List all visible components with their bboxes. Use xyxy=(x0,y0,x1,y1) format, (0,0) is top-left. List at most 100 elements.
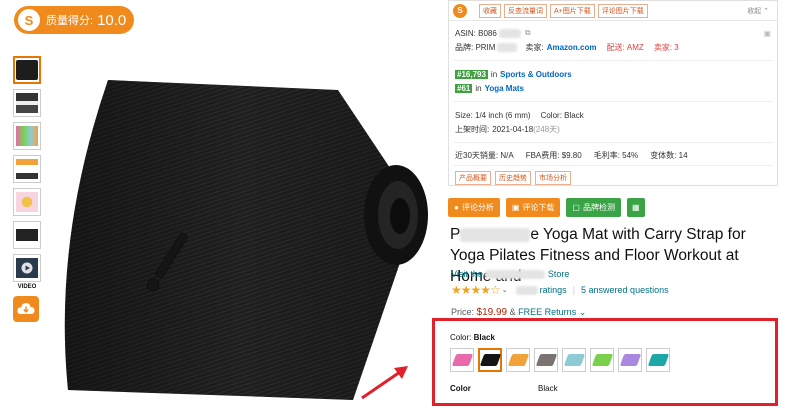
color-swatch[interactable] xyxy=(618,348,642,372)
color-swatch[interactable] xyxy=(506,348,530,372)
variant-row: Size: 1/4 inch (6 mm) Color: Black xyxy=(449,108,777,122)
store-suffix: Store xyxy=(547,269,570,279)
rank-row-2: #61 in Yoga Mats xyxy=(449,81,777,95)
metrics-row: 近30天销量: N/A FBA费用: $9.80 毛利率: 54% 变体数: 1… xyxy=(449,145,777,165)
store-link[interactable]: Visit the Store xyxy=(451,269,570,280)
redacted-block xyxy=(515,285,538,295)
check-icon: ▢ xyxy=(572,203,580,212)
swatch-mat-icon xyxy=(563,354,585,366)
listed-row: 上架时间: 2021-04-18 (248天) xyxy=(449,122,777,136)
listed-days: (248天) xyxy=(533,124,560,134)
review-analysis-label: 评论分析 xyxy=(461,203,494,212)
rank-badge: #61 xyxy=(455,83,473,93)
swatch-mat-icon xyxy=(507,354,529,366)
favorite-button[interactable]: 收藏 xyxy=(479,3,501,18)
rank-badge: #16,793 xyxy=(455,69,488,79)
market-analysis-button[interactable]: 市场分析 xyxy=(535,171,571,185)
review-download-button[interactable]: ▣ 评论下载 xyxy=(505,198,561,217)
category-link[interactable]: Yoga Mats xyxy=(485,84,524,93)
brand-check-label: 品牌检测 xyxy=(582,203,615,212)
color-swatch[interactable] xyxy=(534,348,558,372)
color-swatch[interactable] xyxy=(590,348,614,372)
asin-value: ASIN: B086 xyxy=(455,28,497,38)
plugin-logo-icon: S xyxy=(453,3,467,18)
review-download-label: 评论下载 xyxy=(522,203,555,212)
asin-row: ASIN: B086 ⧉ ▣ xyxy=(449,26,777,40)
calculator-button[interactable]: ▦ xyxy=(626,198,645,217)
thumbnail-5[interactable] xyxy=(13,188,41,216)
thumbnail-2[interactable] xyxy=(13,89,41,117)
color-swatch[interactable] xyxy=(646,348,670,372)
thumbnail-3[interactable] xyxy=(13,122,41,150)
rank-row-1: #16,793 in Sports & Outdoors xyxy=(449,67,777,81)
quality-score: 10.0 xyxy=(97,11,127,29)
color-swatch[interactable] xyxy=(450,348,474,372)
download-icon: ▣ xyxy=(511,203,520,212)
aplus-image-download-button[interactable]: A+图片下载 xyxy=(550,3,595,18)
panel-bottom-buttons: 产品概要 历史趋势 市场分析 xyxy=(449,168,777,188)
color-label-text: Color: xyxy=(450,333,472,342)
swatch-mat-icon xyxy=(479,354,501,366)
listed-date: 2021-04-18 xyxy=(492,124,534,134)
product-overview-button[interactable]: 产品概要 xyxy=(455,171,491,185)
history-trend-button[interactable]: 历史趋势 xyxy=(495,171,531,185)
image-download-button[interactable] xyxy=(13,296,39,322)
thumbnail-video[interactable] xyxy=(13,254,41,282)
redacted-block xyxy=(497,42,518,52)
chat-icon: ● xyxy=(454,203,459,212)
play-icon xyxy=(21,262,33,274)
chevron-down-icon[interactable]: ⌄ xyxy=(502,286,508,294)
star-rating-icon[interactable]: ★★★★☆ xyxy=(451,283,501,297)
color-text: Color: Black xyxy=(540,110,584,120)
swatch-mat-icon xyxy=(619,354,641,366)
calculator-icon: ▦ xyxy=(631,203,640,212)
color-selected-label: Color: Black xyxy=(450,333,495,342)
swatch-mat-icon xyxy=(451,354,473,366)
swatch-mat-icon xyxy=(535,354,557,366)
thumbnail-1[interactable] xyxy=(13,56,41,84)
color-footer-label: Color xyxy=(450,384,471,393)
variant-count: 变体数: 14 xyxy=(650,150,688,160)
price-row: Price: $19.99 & FREE Returns ⌄ xyxy=(451,307,586,318)
store-prefix: Visit the xyxy=(451,269,483,279)
review-analysis-button[interactable]: ● 评论分析 xyxy=(448,198,500,217)
fba-fee: FBA费用: $9.80 xyxy=(525,150,582,160)
seller-link[interactable]: Amazon.com xyxy=(547,43,597,52)
rank-in: in xyxy=(490,69,498,79)
video-label: VIDEO xyxy=(17,284,37,290)
sales-30d: 近30天销量: N/A xyxy=(455,150,514,160)
questions-link[interactable]: 5 answered questions xyxy=(581,285,669,295)
color-selected-value: Black xyxy=(473,333,495,342)
price-label: Price: xyxy=(451,307,475,317)
brand-logo-icon: S xyxy=(18,9,40,31)
brand-check-button[interactable]: ▢ 品牌检测 xyxy=(566,198,621,217)
listed-label: 上架时间: xyxy=(455,124,490,134)
size-text: Size: 1/4 inch (6 mm) xyxy=(455,110,531,120)
rating-row: ★★★★☆ ⌄ ratings | 5 answered questions xyxy=(451,283,669,297)
price-amp: & xyxy=(509,307,516,317)
cloud-download-icon xyxy=(17,303,35,314)
swatch-mat-icon xyxy=(647,354,669,366)
ratings-link[interactable]: ratings xyxy=(540,285,567,295)
thumbnail-list: VIDEO xyxy=(13,56,43,322)
title-start: P xyxy=(450,226,461,243)
thumbnail-4[interactable] xyxy=(13,155,41,183)
free-returns-link[interactable]: FREE Returns ⌄ xyxy=(518,307,586,317)
brand-label: 品牌: PRIM xyxy=(455,42,496,52)
seller-label: 卖家: xyxy=(525,42,544,52)
brand-row: 品牌: PRIM 卖家: Amazon.com 配送: AMZ 卖家: 3 xyxy=(449,40,777,54)
grid-icon[interactable]: ▣ xyxy=(763,29,771,38)
review-image-download-button[interactable]: 评论图片下载 xyxy=(597,3,648,18)
panel-toolbar: S 收藏 反查流量词 A+图片下载 评论图片下载 收起 ⌃ xyxy=(449,1,777,21)
color-swatch[interactable] xyxy=(562,348,586,372)
copy-icon[interactable]: ⧉ xyxy=(525,28,531,38)
color-swatches xyxy=(450,348,670,372)
collapse-button[interactable]: 收起 ⌃ xyxy=(747,6,769,16)
color-footer-value: Black xyxy=(538,384,558,393)
reverse-keyword-button[interactable]: 反查流量词 xyxy=(504,3,547,18)
thumbnail-6[interactable] xyxy=(13,221,41,249)
color-swatch[interactable] xyxy=(478,348,502,372)
red-arrow-icon xyxy=(361,366,408,400)
swatch-mat-icon xyxy=(591,354,613,366)
category-link[interactable]: Sports & Outdoors xyxy=(500,70,572,79)
